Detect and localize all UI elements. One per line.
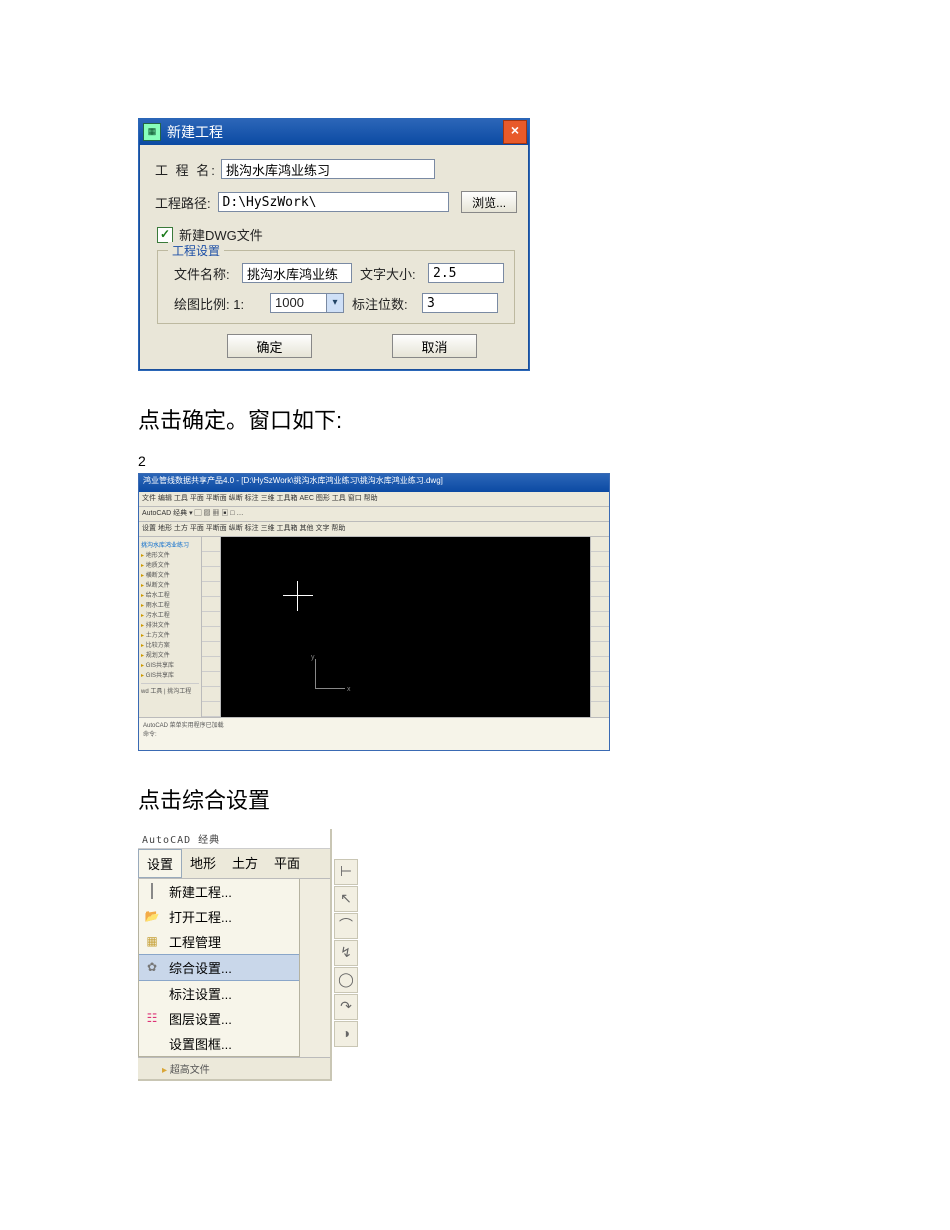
cad-project-tree[interactable]: 挑沟水库鸿业练习 地形文件地质文件横断文件纵断文件给水工程雨水工程污水工程排洪文… <box>139 537 202 717</box>
dialog-titlebar: ▦ 新建工程 × <box>139 119 529 145</box>
dialog-title: 新建工程 <box>167 122 223 142</box>
tool-icon[interactable]: ⌒ <box>334 913 358 939</box>
file-name-label: 文件名称: <box>174 264 242 283</box>
cad-command-line[interactable]: AutoCAD 菜单实用程序已加载 命令: <box>139 717 609 750</box>
tree-item[interactable]: 排洪文件 <box>141 620 199 629</box>
tree-footer: wd 工具 | 挑沟工程 <box>141 683 199 695</box>
cmd-line-1: AutoCAD 菜单实用程序已加载 <box>143 720 605 729</box>
tab-plan[interactable]: 平面 <box>266 849 308 878</box>
tool-icon[interactable]: ↖ <box>334 886 358 912</box>
text-size-input[interactable] <box>428 263 504 283</box>
menu-item-annotation-settings[interactable]: 标注设置... <box>139 981 299 1006</box>
folder-open-icon: 📂 <box>143 909 161 925</box>
tree-item[interactable]: GIS共享库 <box>141 660 199 669</box>
tool-icon[interactable]: ◑ <box>334 1021 358 1047</box>
cancel-button[interactable]: 取消 <box>392 334 477 358</box>
tool-icon[interactable]: ◯ <box>334 967 358 993</box>
menu-item-general-settings[interactable]: ✿ 综合设置... <box>139 954 299 981</box>
crosshair-icon <box>297 581 298 611</box>
menu-item-new-project[interactable]: 新建工程... <box>139 879 299 904</box>
cad-toolbar-2[interactable]: 设置 地形 土方 平面 平断面 纵断 标注 三维 工具箱 其他 文字 帮助 <box>139 522 609 537</box>
browse-button[interactable]: 浏览... <box>461 191 517 213</box>
menu-bottom-item[interactable]: ▸ 超高文件 <box>138 1057 330 1079</box>
ok-button[interactable]: 确定 <box>227 334 312 358</box>
tab-terrain[interactable]: 地形 <box>182 849 224 878</box>
group-title: 工程设置 <box>168 242 224 259</box>
settings-dropdown: 新建工程... 📂 打开工程... ▦ 工程管理 ✿ 综合设置... 标注设置.… <box>138 879 300 1057</box>
project-name-input[interactable] <box>221 159 435 179</box>
cad-toolbar-1[interactable]: AutoCAD 经典 ▾ ▢ ▨ ▦ ▣ □ … <box>139 507 609 522</box>
tab-earthwork[interactable]: 土方 <box>224 849 266 878</box>
workspace-label: AutoCAD 经典 <box>138 829 330 849</box>
menu-item-label: 图层设置... <box>169 1009 232 1028</box>
menu-item-label: 设置图框... <box>169 1034 232 1053</box>
project-manage-icon: ▦ <box>143 934 161 950</box>
cad-menubar[interactable]: 文件 编辑 工具 平面 平断面 纵断 标注 三维 工具箱 AEC 图形 工具 窗… <box>139 492 609 507</box>
scale-value: 1000 <box>271 294 326 312</box>
tree-item[interactable]: 土方文件 <box>141 630 199 639</box>
project-settings-group: 工程设置 文件名称: 文字大小: 绘图比例: 1: 1000 ▾ 标注位数: <box>157 250 515 324</box>
cad-titlebar: 鸿业管线数据共享产品4.0 - [D:\HySzWork\挑沟水库鸿业练习\挑沟… <box>139 474 609 492</box>
menu-item-open-project[interactable]: 📂 打开工程... <box>139 904 299 929</box>
page-number: 2 <box>138 453 950 469</box>
tool-icon[interactable]: ↷ <box>334 994 358 1020</box>
body-text-2: 点击综合设置 <box>138 783 950 815</box>
menu-item-frame-settings[interactable]: 设置图框... <box>139 1031 299 1056</box>
menu-item-label: 工程管理 <box>169 932 221 951</box>
close-icon[interactable]: × <box>503 120 527 144</box>
tree-item[interactable]: GIS共享库 <box>141 670 199 679</box>
crosshair-icon <box>283 595 313 596</box>
precision-label: 标注位数: <box>352 294 422 313</box>
tree-item[interactable]: 比较方案 <box>141 640 199 649</box>
app-icon: ▦ <box>143 123 161 141</box>
scale-label: 绘图比例: 1: <box>174 294 270 313</box>
menu-item-project-manage[interactable]: ▦ 工程管理 <box>139 929 299 954</box>
tree-item[interactable]: 地形文件 <box>141 550 199 559</box>
cad-right-toolbar[interactable] <box>590 537 609 717</box>
tree-item[interactable]: 地质文件 <box>141 560 199 569</box>
text-size-label: 文字大小: <box>360 264 428 283</box>
menu-item-label: 打开工程... <box>169 907 232 926</box>
menu-item-label: 新建工程... <box>169 882 232 901</box>
tab-settings[interactable]: 设置 <box>138 849 182 878</box>
ucs-y-axis <box>315 659 316 689</box>
precision-input[interactable] <box>422 293 498 313</box>
tool-icon[interactable]: ↯ <box>334 940 358 966</box>
menu-item-label: 综合设置... <box>169 958 232 977</box>
menu-item-label: 标注设置... <box>169 984 232 1003</box>
tree-item[interactable]: 给水工程 <box>141 590 199 599</box>
new-dwg-checkbox[interactable]: ✓ <box>157 227 173 243</box>
tree-item[interactable]: 纵断文件 <box>141 580 199 589</box>
gear-icon: ✿ <box>143 960 161 976</box>
new-file-icon <box>143 884 161 900</box>
cad-left-toolbar[interactable] <box>202 537 221 717</box>
project-path-input[interactable] <box>218 192 450 212</box>
tree-root[interactable]: 挑沟水库鸿业练习 <box>141 540 199 549</box>
scale-combo[interactable]: 1000 ▾ <box>270 293 344 313</box>
cad-canvas[interactable]: y x <box>221 537 590 717</box>
side-tool-palette[interactable]: ⊢ ↖ ⌒ ↯ ◯ ↷ ◑ <box>334 859 358 1048</box>
menu-item-layer-settings[interactable]: ☷ 图层设置... <box>139 1006 299 1031</box>
project-name-label: 工 程 名: <box>155 160 221 179</box>
tree-item[interactable]: 雨水工程 <box>141 600 199 609</box>
chevron-down-icon[interactable]: ▾ <box>326 294 343 312</box>
cad-main-window: 鸿业管线数据共享产品4.0 - [D:\HySzWork\挑沟水库鸿业练习\挑沟… <box>138 473 610 751</box>
settings-menu-window: AutoCAD 经典 设置 地形 土方 平面 新建工程... 📂 打开工程...… <box>138 829 332 1081</box>
cmd-line-2: 命令: <box>143 729 605 738</box>
file-name-input[interactable] <box>242 263 352 283</box>
tree-item[interactable]: 横断文件 <box>141 570 199 579</box>
menubar[interactable]: 设置 地形 土方 平面 <box>138 849 330 879</box>
tree-item[interactable]: 污水工程 <box>141 610 199 619</box>
layers-icon: ☷ <box>143 1011 161 1027</box>
tool-icon[interactable]: ⊢ <box>334 859 358 885</box>
ucs-x-label: x <box>347 686 351 693</box>
tree-item[interactable]: 规划文件 <box>141 650 199 659</box>
project-path-label: 工程路径: <box>155 193 218 212</box>
ucs-y-label: y <box>311 654 315 661</box>
blank-icon <box>143 986 161 1002</box>
new-project-dialog: ▦ 新建工程 × 工 程 名: 工程路径: 浏览... ✓ 新建DWG文件 工程… <box>138 118 530 371</box>
blank-icon <box>143 1036 161 1052</box>
ucs-x-axis <box>315 688 345 689</box>
body-text-1: 点击确定。窗口如下: <box>138 403 950 435</box>
